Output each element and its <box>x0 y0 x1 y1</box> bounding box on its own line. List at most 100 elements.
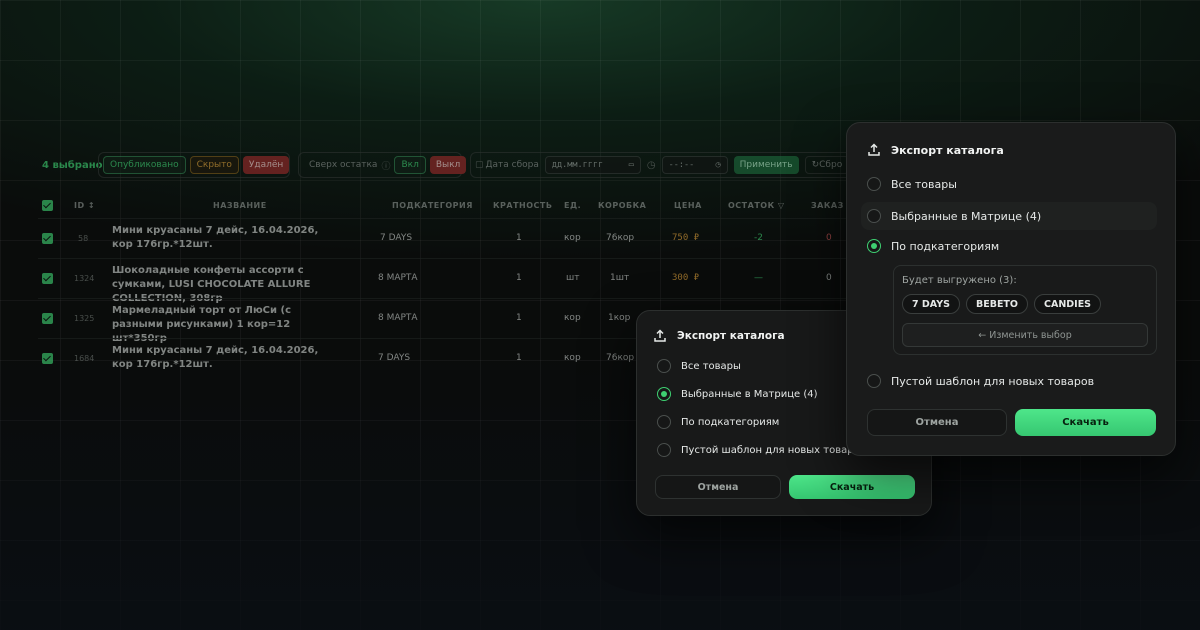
radio[interactable] <box>657 359 671 373</box>
status-filter-group: Опубликовано Скрыто Удалён <box>98 152 290 178</box>
hidden-button[interactable]: Скрыто <box>189 156 239 174</box>
col-multiplicity[interactable]: КРАТНОСТЬ <box>493 201 552 210</box>
row-unit: кор <box>564 353 581 363</box>
row-box: 1кор <box>608 313 631 323</box>
row-unit: шт <box>566 273 580 283</box>
row-subcategory: 7 DAYS <box>378 353 411 363</box>
option-all-products[interactable]: Все товары <box>867 177 957 191</box>
row-id: 1324 <box>74 274 95 283</box>
date-input[interactable]: дд.мм.гггг ▭ <box>544 156 641 174</box>
radio-selected[interactable] <box>867 239 881 253</box>
table-header: ID ↕ НАЗВАНИЕ ПОДКАТЕГОРИЯ КРАТНОСТЬ ЕД.… <box>38 196 858 218</box>
radio[interactable] <box>657 443 671 457</box>
row-checkbox[interactable] <box>42 273 53 284</box>
option-label: Пустой шаблон для новых товаров <box>891 374 1095 388</box>
row-multiplicity: 1 <box>516 273 522 283</box>
row-checkbox[interactable] <box>42 353 53 364</box>
option-by-subcategory[interactable]: По подкатегориям <box>867 239 999 253</box>
row-order: 0 <box>826 273 832 283</box>
col-order[interactable]: ЗАКАЗ <box>811 201 844 210</box>
row-id: 58 <box>78 234 89 243</box>
row-box: 76кор <box>606 353 635 363</box>
radio[interactable] <box>657 415 671 429</box>
row-checkbox[interactable] <box>42 233 53 244</box>
radio[interactable] <box>867 374 881 388</box>
option-label: По подкатегориям <box>681 416 780 428</box>
reset-label: Сбро <box>819 160 843 170</box>
selected-count: 4 выбрано <box>42 160 103 171</box>
radio[interactable] <box>867 209 881 223</box>
time-placeholder: --:-- <box>668 160 695 170</box>
row-name: Мини круасаны 7 дейс, 16.04.2026, кор 17… <box>112 225 319 250</box>
row-multiplicity: 1 <box>516 353 522 363</box>
cancel-button[interactable]: Отмена <box>867 409 1007 436</box>
calendar-icon: ▢ <box>475 160 484 170</box>
row-stock: — <box>754 273 763 283</box>
tag-list: 7 DAYS BEBETO CANDIES <box>902 294 1102 314</box>
row-price: 300 ₽ <box>672 273 700 283</box>
modal-large-title: Экспорт каталога <box>891 143 1004 157</box>
row-subcategory: 7 DAYS <box>380 233 413 243</box>
published-button[interactable]: Опубликовано <box>103 156 186 174</box>
modal-small-header: Экспорт каталога <box>653 329 785 343</box>
date-placeholder: дд.мм.гггг <box>551 160 604 170</box>
subcategory-selection-box: Будет выгружено (3): 7 DAYS BEBETO CANDI… <box>893 265 1157 355</box>
option-label: Все товары <box>891 177 957 191</box>
table-row[interactable]: 1324 Шоколадные конфеты ассорти с сумкам… <box>38 258 858 304</box>
cancel-button[interactable]: Отмена <box>655 475 781 499</box>
col-id[interactable]: ID ↕ <box>74 201 95 210</box>
help-icon[interactable]: ⓘ <box>381 159 390 172</box>
upload-icon <box>653 329 667 343</box>
over-stock-label: Сверх остатка <box>309 160 378 170</box>
row-box: 1шт <box>610 273 630 283</box>
download-button[interactable]: Скачать <box>1015 409 1156 436</box>
option-label: Пустой шаблон для новых товаров <box>681 444 857 456</box>
option-label: По подкатегориям <box>891 239 1000 253</box>
radio-selected[interactable] <box>657 387 671 401</box>
row-multiplicity: 1 <box>516 313 522 323</box>
option-selected-matrix[interactable]: Выбранные в Матрице (4) <box>657 387 818 401</box>
export-count-label: Будет выгружено (3): <box>902 275 1017 286</box>
deleted-button[interactable]: Удалён <box>242 156 290 174</box>
row-id: 1325 <box>74 314 95 323</box>
option-empty-template[interactable]: Пустой шаблон для новых товаров <box>657 443 857 457</box>
col-stock-label: ОСТАТОК <box>728 201 775 210</box>
col-id-label: ID <box>74 201 85 210</box>
row-box: 76кор <box>606 233 635 243</box>
tag-bebeto: BEBETO <box>965 294 1028 314</box>
clock-picker-icon[interactable]: ◷ <box>716 160 721 170</box>
radio[interactable] <box>867 177 881 191</box>
off-button[interactable]: Выкл <box>429 156 467 174</box>
reset-button[interactable]: ↻ Сбро <box>804 156 850 174</box>
apply-button[interactable]: Применить <box>733 156 799 174</box>
col-unit[interactable]: ЕД. <box>564 201 581 210</box>
row-checkbox[interactable] <box>42 313 53 324</box>
col-price[interactable]: ЦЕНА <box>674 201 702 210</box>
col-stock[interactable]: ОСТАТОК ▽ <box>728 201 785 210</box>
table-row[interactable]: 58 Мини круасаны 7 дейс, 16.04.2026, кор… <box>38 218 858 258</box>
tag-7days: 7 DAYS <box>902 294 960 314</box>
option-all-products[interactable]: Все товары <box>657 359 741 373</box>
select-all-checkbox[interactable] <box>42 200 53 211</box>
upload-icon <box>867 143 881 157</box>
col-box[interactable]: КОРОБКА <box>598 201 646 210</box>
download-button[interactable]: Скачать <box>789 475 915 499</box>
change-selection-button[interactable]: ← Изменить выбор <box>902 323 1148 347</box>
date-label: Дата сбора <box>485 160 539 170</box>
col-name[interactable]: НАЗВАНИЕ <box>213 201 267 210</box>
time-input[interactable]: --:-- ◷ <box>661 156 728 174</box>
row-subcategory: 8 МАРТА <box>378 313 418 323</box>
row-id: 1684 <box>74 354 95 363</box>
calendar-picker-icon[interactable]: ▭ <box>629 160 634 170</box>
row-order: 0 <box>826 233 832 243</box>
option-selected-matrix[interactable]: Выбранные в Матрице (4) <box>861 202 1157 230</box>
row-name: Мини круасаны 7 дейс, 16.04.2026, кор 17… <box>112 345 319 370</box>
row-multiplicity: 1 <box>516 233 522 243</box>
col-subcategory[interactable]: ПОДКАТЕГОРИЯ <box>392 201 473 210</box>
modal-small-title: Экспорт каталога <box>677 330 785 342</box>
option-by-subcategory[interactable]: По подкатегориям <box>657 415 779 429</box>
row-stock: -2 <box>754 233 763 243</box>
on-button[interactable]: Вкл <box>394 156 426 174</box>
option-empty-template[interactable]: Пустой шаблон для новых товаров <box>867 374 1094 388</box>
over-stock-group: Сверх остатка ⓘ Вкл Выкл <box>298 152 467 178</box>
